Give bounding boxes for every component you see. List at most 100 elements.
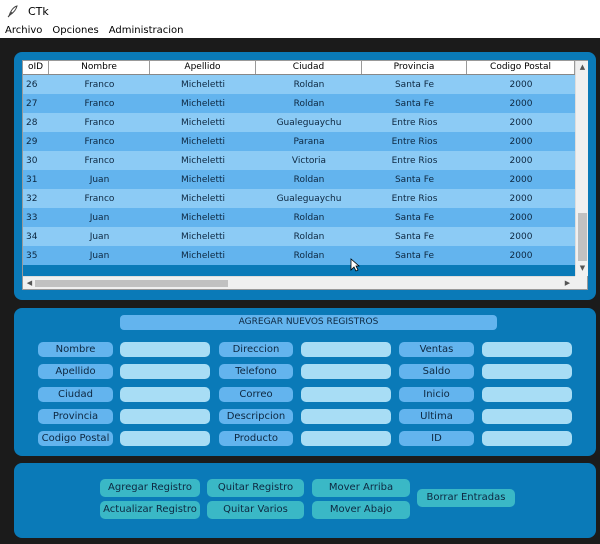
agregar-registro-button[interactable]: Agregar Registro bbox=[100, 479, 200, 497]
inicio-input[interactable] bbox=[482, 387, 572, 402]
table-cell: Franco bbox=[84, 98, 115, 109]
vertical-scroll-thumb[interactable] bbox=[578, 213, 587, 261]
table-cell: Franco bbox=[84, 193, 115, 204]
actualizar-registro-button[interactable]: Actualizar Registro bbox=[100, 501, 200, 519]
label-ultima: Ultima bbox=[399, 409, 474, 424]
table-row[interactable]: 33 Juan Micheletti Roldan Santa Fe 2000 bbox=[23, 208, 575, 227]
table-cell: Gualeguaychu bbox=[276, 193, 342, 204]
table-cell: Entre Rios bbox=[391, 117, 438, 128]
saldo-input[interactable] bbox=[482, 364, 572, 379]
table-cell: Micheletti bbox=[180, 193, 226, 204]
ultima-input[interactable] bbox=[482, 409, 572, 424]
table-cell: Parana bbox=[293, 136, 325, 147]
mover-abajo-button[interactable]: Mover Abajo bbox=[312, 501, 410, 519]
producto-input[interactable] bbox=[301, 431, 391, 446]
provincia-input[interactable] bbox=[120, 409, 210, 424]
table-cell: Entre Rios bbox=[391, 136, 438, 147]
label-nombre: Nombre bbox=[38, 342, 113, 357]
menu-archivo[interactable]: Archivo bbox=[0, 25, 47, 36]
label-ciudad: Ciudad bbox=[38, 387, 113, 402]
title-bar: CTk bbox=[0, 0, 600, 22]
table-cell: 34 bbox=[26, 231, 38, 242]
label-saldo: Saldo bbox=[399, 364, 474, 379]
table-cell: Franco bbox=[84, 136, 115, 147]
table-cell: Santa Fe bbox=[394, 98, 435, 109]
horizontal-scroll-thumb[interactable] bbox=[35, 280, 228, 287]
scroll-right-icon[interactable]: ▶ bbox=[563, 279, 572, 288]
quitar-varios-button[interactable]: Quitar Varios bbox=[207, 501, 304, 519]
scroll-up-icon[interactable]: ▲ bbox=[578, 63, 587, 72]
table-cell: 33 bbox=[26, 212, 38, 223]
table-cell: Juan bbox=[89, 250, 110, 261]
table-cell: 27 bbox=[26, 98, 38, 109]
label-provincia: Provincia bbox=[38, 409, 113, 424]
table-row[interactable]: 28 Franco Micheletti Gualeguaychu Entre Rios… bbox=[23, 113, 575, 132]
table-cell: Roldan bbox=[293, 174, 325, 185]
table-row[interactable]: 35 Juan Micheletti Roldan Santa Fe 2000 bbox=[23, 246, 575, 265]
table-cell: 2000 bbox=[509, 212, 533, 223]
table-cell: Santa Fe bbox=[394, 79, 435, 90]
table-cell: Roldan bbox=[293, 250, 325, 261]
table-cell: Roldan bbox=[293, 98, 325, 109]
label-descripcion: Descripcion bbox=[219, 409, 293, 424]
feather-icon bbox=[7, 5, 18, 18]
label-ventas: Ventas bbox=[399, 342, 474, 357]
scroll-down-icon[interactable]: ▼ bbox=[578, 264, 587, 273]
ciudad-input[interactable] bbox=[120, 387, 210, 402]
direccion-input[interactable] bbox=[301, 342, 391, 357]
table-cell: 2000 bbox=[509, 155, 533, 166]
column-header-oid[interactable]: oID bbox=[23, 61, 49, 74]
table-cell: Santa Fe bbox=[394, 212, 435, 223]
borrar-entradas-button[interactable]: Borrar Entradas bbox=[417, 489, 515, 507]
apellido-input[interactable] bbox=[120, 364, 210, 379]
scroll-left-icon[interactable]: ◀ bbox=[25, 279, 34, 288]
table-row[interactable]: 31 Juan Micheletti Roldan Santa Fe 2000 bbox=[23, 170, 575, 189]
table-cell: Franco bbox=[84, 155, 115, 166]
ventas-input[interactable] bbox=[482, 342, 572, 357]
column-header-apellido[interactable]: Apellido bbox=[150, 61, 256, 74]
id-input[interactable] bbox=[482, 431, 572, 446]
label-id: ID bbox=[399, 431, 474, 446]
correo-input[interactable] bbox=[301, 387, 391, 402]
table-row[interactable]: 34 Juan Micheletti Roldan Santa Fe 2000 bbox=[23, 227, 575, 246]
label-apellido: Apellido bbox=[38, 364, 113, 379]
table-cell: Micheletti bbox=[180, 250, 226, 261]
menu-opciones[interactable]: Opciones bbox=[47, 25, 103, 36]
vertical-scrollbar[interactable]: ▲ ▼ bbox=[575, 61, 588, 276]
telefono-input[interactable] bbox=[301, 364, 391, 379]
table-row[interactable]: 27 Franco Micheletti Roldan Santa Fe 2000 bbox=[23, 94, 575, 113]
label-producto: Producto bbox=[219, 431, 293, 446]
table-row[interactable]: 30 Franco Micheletti Victoria Entre Rios 2000 bbox=[23, 151, 575, 170]
column-header-codigo-postal[interactable]: Codigo Postal bbox=[467, 61, 575, 74]
table-cell: Roldan bbox=[293, 231, 325, 242]
column-header-nombre[interactable]: Nombre bbox=[49, 61, 150, 74]
table-row[interactable]: 26 Franco Micheletti Roldan Santa Fe 2000 bbox=[23, 75, 575, 94]
table-cell: 2000 bbox=[509, 231, 533, 242]
horizontal-scrollbar[interactable]: ◀ ▶ bbox=[23, 276, 575, 289]
table-cell: 2000 bbox=[509, 193, 533, 204]
table-cell: 2000 bbox=[509, 98, 533, 109]
table-cell: Franco bbox=[84, 117, 115, 128]
nombre-input[interactable] bbox=[120, 342, 210, 357]
table-cell: Gualeguaychu bbox=[276, 117, 342, 128]
table-cell: 35 bbox=[26, 250, 38, 261]
records-table[interactable]: oID Nombre Apellido Ciudad Provincia Cod… bbox=[22, 60, 588, 290]
table-cell: Entre Rios bbox=[391, 193, 438, 204]
table-cell: Micheletti bbox=[180, 212, 226, 223]
menu-administracion[interactable]: Administracion bbox=[104, 25, 189, 36]
column-header-provincia[interactable]: Provincia bbox=[362, 61, 467, 74]
quitar-registro-button[interactable]: Quitar Registro bbox=[207, 479, 304, 497]
table-cell: 31 bbox=[26, 174, 38, 185]
table-cell: Franco bbox=[84, 79, 115, 90]
label-correo: Correo bbox=[219, 387, 293, 402]
table-cell: 32 bbox=[26, 193, 38, 204]
table-row[interactable]: 32 Franco Micheletti Gualeguaychu Entre Rios… bbox=[23, 189, 575, 208]
codigo-postal-input[interactable] bbox=[120, 431, 210, 446]
descripcion-input[interactable] bbox=[301, 409, 391, 424]
mover-arriba-button[interactable]: Mover Arriba bbox=[312, 479, 410, 497]
table-row[interactable]: 29 Franco Micheletti Parana Entre Rios 2000 bbox=[23, 132, 575, 151]
table-header: oID Nombre Apellido Ciudad Provincia Cod… bbox=[23, 61, 575, 75]
menu-bar: Archivo Opciones Administracion bbox=[0, 22, 600, 38]
table-cell: Micheletti bbox=[180, 174, 226, 185]
column-header-ciudad[interactable]: Ciudad bbox=[256, 61, 362, 74]
